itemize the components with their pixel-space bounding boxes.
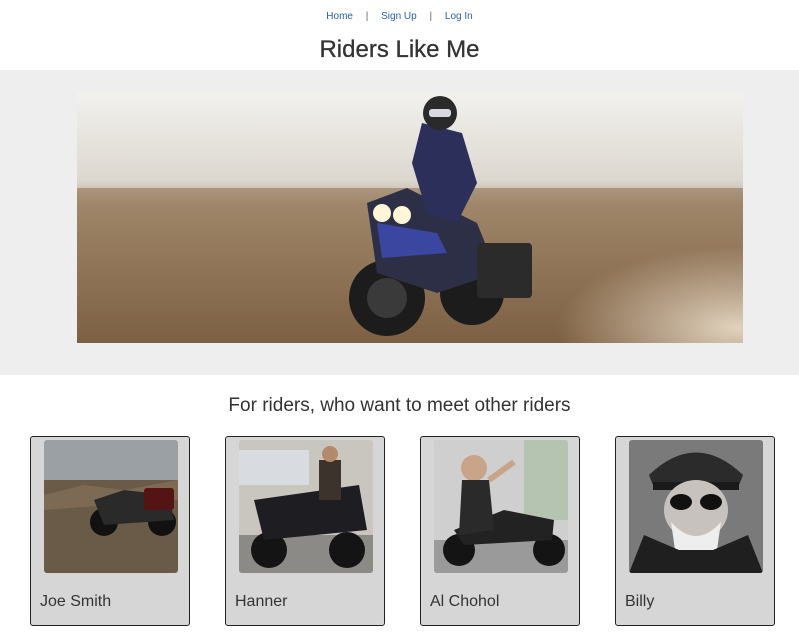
- rider-name: Al Chohol: [430, 593, 500, 610]
- tagline: For riders, who want to meet other rider…: [228, 395, 571, 416]
- nav-separator: |: [429, 11, 433, 22]
- rider-name: Hanner: [235, 593, 288, 610]
- rider-card[interactable]: Al Chohol: [420, 436, 580, 626]
- rider-card[interactable]: Billy: [615, 436, 775, 626]
- nav-login-link[interactable]: Log In: [445, 11, 473, 22]
- site-title: Riders Like Me: [319, 36, 480, 63]
- top-nav: Home | Sign Up | Log In: [0, 11, 799, 22]
- hero-image: [77, 93, 743, 343]
- rider-card[interactable]: Hanner: [225, 436, 385, 626]
- rider-name: Joe Smith: [40, 593, 112, 610]
- nav-home-link[interactable]: Home: [326, 11, 353, 22]
- rider-card[interactable]: Joe Smith: [30, 436, 190, 626]
- rider-photo[interactable]: [239, 440, 373, 573]
- rider-name: Billy: [625, 593, 655, 610]
- rider-photo[interactable]: [44, 440, 178, 573]
- nav-separator: |: [365, 11, 369, 22]
- nav-signup-link[interactable]: Sign Up: [381, 11, 417, 22]
- rider-photo[interactable]: [629, 440, 763, 573]
- rider-photo[interactable]: [434, 440, 568, 573]
